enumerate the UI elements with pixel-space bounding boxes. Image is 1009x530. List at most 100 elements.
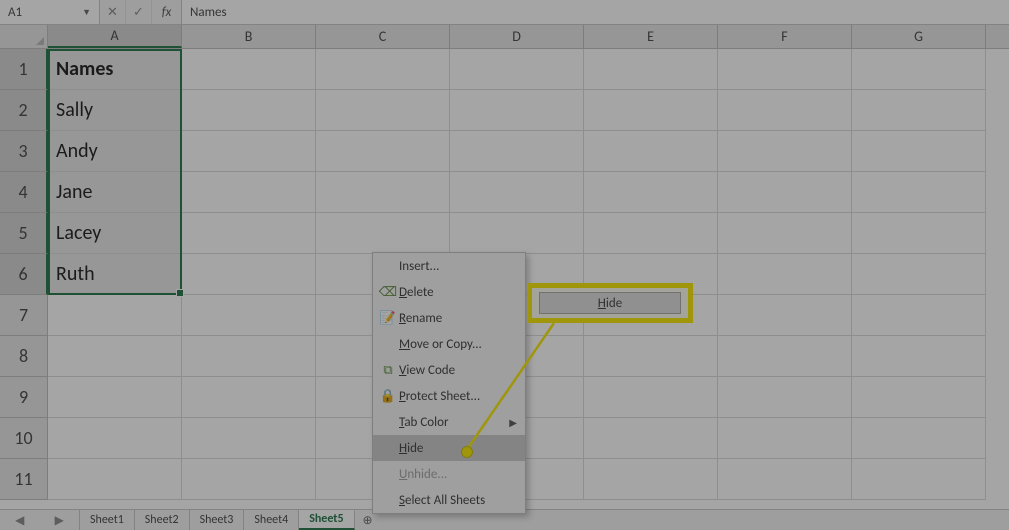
cell[interactable] <box>852 90 986 131</box>
cell[interactable] <box>852 49 986 90</box>
menu-tab-color[interactable]: Tab Color ▶ <box>373 409 525 435</box>
cell[interactable] <box>450 49 584 90</box>
cell[interactable]: Jane <box>48 172 182 213</box>
fx-icon[interactable]: fx <box>152 0 182 24</box>
menu-delete[interactable]: ⌫ Delete <box>373 279 525 305</box>
cell[interactable] <box>718 172 852 213</box>
cell[interactable] <box>48 336 182 377</box>
cell[interactable] <box>316 131 450 172</box>
cell[interactable] <box>182 213 316 254</box>
sheet-tab[interactable]: Sheet3 <box>190 510 245 530</box>
cell[interactable] <box>584 90 718 131</box>
menu-protect-sheet[interactable]: 🔒 Protect Sheet... <box>373 383 525 409</box>
cancel-formula-button[interactable]: ✕ <box>100 0 126 24</box>
cell[interactable] <box>48 295 182 336</box>
cell[interactable] <box>852 295 986 336</box>
cell[interactable] <box>316 172 450 213</box>
cell[interactable] <box>48 418 182 459</box>
cell[interactable] <box>852 418 986 459</box>
row-header[interactable]: 8 <box>0 336 48 377</box>
menu-hide[interactable]: Hide <box>373 435 525 461</box>
cell[interactable] <box>182 172 316 213</box>
cell[interactable] <box>182 418 316 459</box>
cell[interactable] <box>48 459 182 500</box>
cell[interactable] <box>852 131 986 172</box>
column-header-A[interactable]: A <box>48 25 182 48</box>
row-header[interactable]: 4 <box>0 172 48 213</box>
sheet-tab[interactable]: Sheet4 <box>244 510 299 530</box>
cell[interactable] <box>182 295 316 336</box>
column-header-C[interactable]: C <box>316 25 450 48</box>
cell[interactable] <box>718 254 852 295</box>
cell[interactable] <box>182 254 316 295</box>
cell[interactable] <box>182 49 316 90</box>
sheet-nav-prev-icon[interactable]: ◀ <box>0 510 40 530</box>
row-header[interactable]: 7 <box>0 295 48 336</box>
cell[interactable] <box>584 213 718 254</box>
select-all-corner[interactable] <box>0 25 48 48</box>
cell[interactable]: Lacey <box>48 213 182 254</box>
sheet-nav-next-icon[interactable]: ▶ <box>40 510 80 530</box>
cell[interactable] <box>718 213 852 254</box>
cell[interactable] <box>718 336 852 377</box>
cell[interactable] <box>584 131 718 172</box>
cell[interactable] <box>182 90 316 131</box>
menu-insert[interactable]: Insert... <box>373 253 525 279</box>
cell[interactable] <box>852 213 986 254</box>
cell[interactable] <box>584 377 718 418</box>
column-header-F[interactable]: F <box>718 25 852 48</box>
cell[interactable] <box>584 336 718 377</box>
cell[interactable]: Ruth <box>48 254 182 295</box>
menu-move-copy[interactable]: Move or Copy... <box>373 331 525 357</box>
column-header-D[interactable]: D <box>450 25 584 48</box>
cell[interactable] <box>316 90 450 131</box>
name-box[interactable]: A1 ▼ <box>0 0 100 24</box>
formula-input[interactable]: Names <box>182 0 1009 24</box>
cell[interactable] <box>584 172 718 213</box>
cell[interactable] <box>316 49 450 90</box>
cell[interactable] <box>182 336 316 377</box>
cell[interactable] <box>48 377 182 418</box>
row-header[interactable]: 6 <box>0 254 48 295</box>
cell[interactable] <box>450 90 584 131</box>
row-header[interactable]: 11 <box>0 459 48 500</box>
cell[interactable] <box>852 377 986 418</box>
cell[interactable] <box>450 213 584 254</box>
menu-select-all-sheets[interactable]: Select All Sheets <box>373 487 525 513</box>
cell[interactable] <box>852 336 986 377</box>
cell[interactable] <box>584 49 718 90</box>
sheet-nav-arrows[interactable]: ◀ ▶ <box>0 510 80 530</box>
cell[interactable] <box>584 418 718 459</box>
cell[interactable] <box>584 459 718 500</box>
cell[interactable] <box>316 213 450 254</box>
row-header[interactable]: 9 <box>0 377 48 418</box>
cell[interactable] <box>718 295 852 336</box>
cell[interactable] <box>852 254 986 295</box>
row-header[interactable]: 5 <box>0 213 48 254</box>
cell[interactable] <box>718 131 852 172</box>
menu-view-code[interactable]: ⧉ View Code <box>373 357 525 383</box>
cell[interactable] <box>718 49 852 90</box>
cell[interactable] <box>718 418 852 459</box>
cell[interactable]: Andy <box>48 131 182 172</box>
column-header-B[interactable]: B <box>182 25 316 48</box>
row-header[interactable]: 10 <box>0 418 48 459</box>
column-header-G[interactable]: G <box>852 25 986 48</box>
sheet-tab[interactable]: Sheet1 <box>80 510 135 530</box>
column-header-E[interactable]: E <box>584 25 718 48</box>
cell[interactable] <box>450 172 584 213</box>
row-header[interactable]: 2 <box>0 90 48 131</box>
cell[interactable] <box>182 377 316 418</box>
menu-rename[interactable]: 📝 Rename <box>373 305 525 331</box>
accept-formula-button[interactable]: ✓ <box>126 0 152 24</box>
row-header[interactable]: 1 <box>0 49 48 90</box>
sheet-tab[interactable]: Sheet5 <box>299 510 354 530</box>
cell[interactable] <box>450 131 584 172</box>
cell[interactable] <box>718 377 852 418</box>
cell[interactable] <box>852 172 986 213</box>
cell[interactable] <box>718 459 852 500</box>
cell[interactable]: Names <box>48 49 182 90</box>
cell[interactable] <box>182 459 316 500</box>
cell[interactable]: Sally <box>48 90 182 131</box>
sheet-tab[interactable]: Sheet2 <box>135 510 190 530</box>
